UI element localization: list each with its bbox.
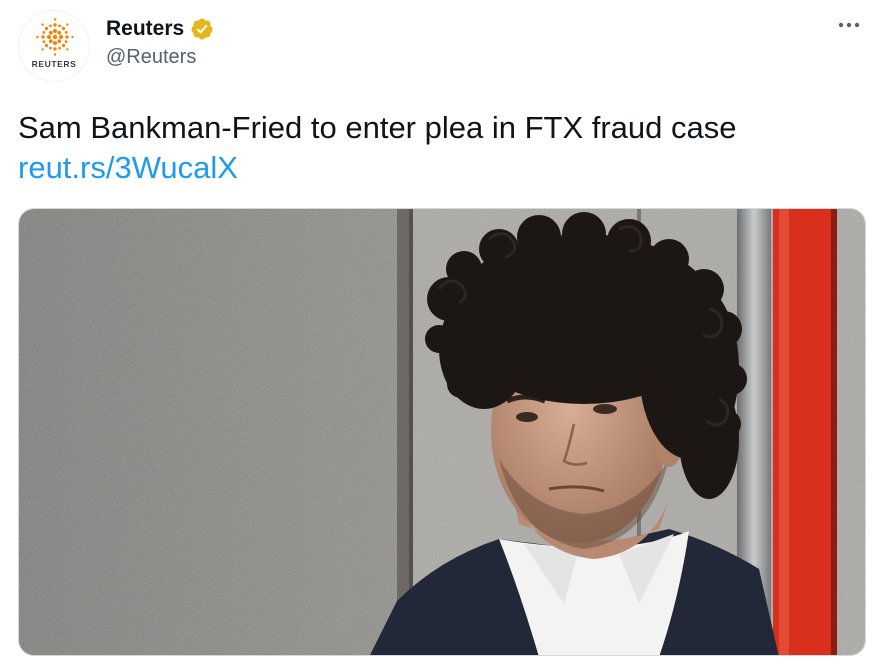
reuters-logo-icon xyxy=(36,18,74,56)
avatar[interactable]: REUTERS xyxy=(18,10,90,82)
avatar-wordmark: REUTERS xyxy=(31,59,77,69)
name-row: Reuters xyxy=(106,14,214,44)
tweet-card[interactable]: REUTERS Reuters @Reuters Sam Bankman-Fri… xyxy=(0,0,876,672)
photo-image xyxy=(19,209,865,655)
tweet-text: Sam Bankman-Fried to enter plea in FTX f… xyxy=(18,110,737,145)
tweet-author: Reuters @Reuters xyxy=(106,14,214,69)
handle[interactable]: @Reuters xyxy=(106,46,214,69)
more-horizontal-icon xyxy=(838,22,860,28)
verified-badge-icon xyxy=(191,18,213,40)
tweet-link[interactable]: reut.rs/3WucalX xyxy=(18,148,238,188)
display-name[interactable]: Reuters xyxy=(106,17,184,41)
tweet-photo[interactable] xyxy=(18,208,866,656)
more-button[interactable] xyxy=(832,14,866,36)
